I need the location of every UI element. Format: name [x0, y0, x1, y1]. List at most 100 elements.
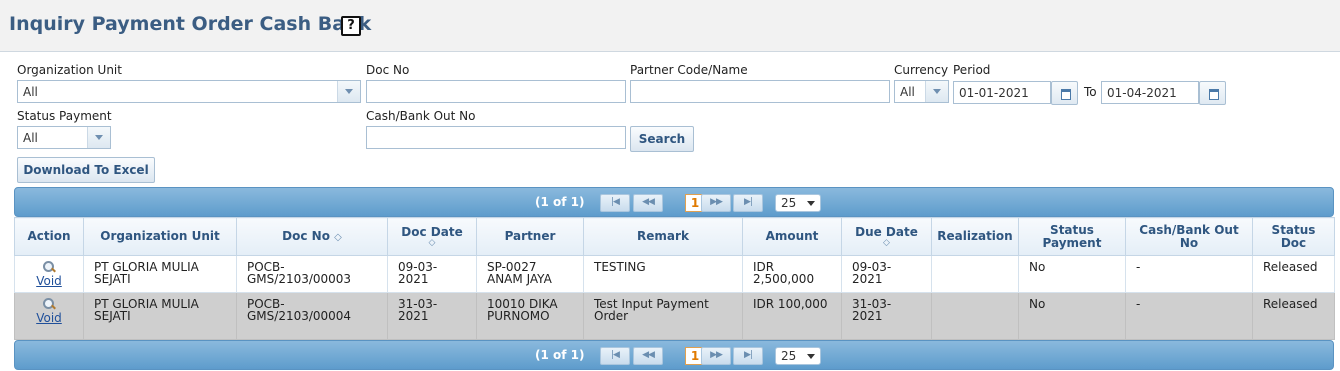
doc-no-cell: POCB-GMS/2103/00003	[236, 255, 388, 293]
page-size-select[interactable]: 25	[775, 347, 821, 365]
table-row[interactable]: Void PT GLORIA MULIA SEJATI POCB-GMS/210…	[14, 292, 1335, 340]
col-realization: Realization	[931, 217, 1019, 256]
status-payment-cell: No	[1018, 255, 1126, 293]
table-row[interactable]: Void PT GLORIA MULIA SEJATI POCB-GMS/210…	[14, 255, 1335, 293]
col-org-unit-label: Organization Unit	[100, 229, 220, 243]
realization-cell	[931, 255, 1019, 293]
partner-label: Partner Code/Name	[630, 63, 748, 77]
col-doc-date[interactable]: Doc Date ◇	[387, 217, 477, 256]
col-doc-no[interactable]: Doc No ◇	[236, 217, 388, 256]
prev-page-button[interactable]: ◀◀	[633, 347, 663, 365]
amount-cell: IDR 100,000	[742, 292, 842, 340]
first-page-button[interactable]: |◀	[600, 347, 630, 365]
next-page-button[interactable]: ▶▶	[701, 194, 731, 212]
chevron-down-icon[interactable]	[337, 81, 360, 102]
prev-page-icon: ◀◀	[642, 350, 655, 360]
to-label: To	[1084, 85, 1097, 99]
remark-cell: Test Input Payment Order	[583, 292, 743, 340]
first-page-icon: |◀	[611, 197, 620, 207]
due-date-cell: 31-03-2021	[841, 292, 932, 340]
col-status-payment: Status Payment	[1018, 217, 1126, 256]
chevron-down-icon	[807, 201, 815, 206]
doc-no-input[interactable]	[366, 80, 626, 103]
currency-label: Currency	[894, 63, 949, 77]
col-amount-label: Amount	[765, 229, 819, 243]
cashbank-label: Cash/Bank Out No	[366, 109, 476, 123]
next-page-button[interactable]: ▶▶	[701, 347, 731, 365]
table-header-row: Action Organization Unit Doc No ◇ Doc Da…	[14, 217, 1335, 256]
page-size-value: 25	[781, 196, 797, 210]
doc-date-cell: 09-03-2021	[387, 255, 477, 293]
last-page-icon: ▶|	[744, 197, 753, 207]
prev-page-button[interactable]: ◀◀	[633, 194, 663, 212]
sort-icon[interactable]: ◇	[392, 239, 472, 248]
status-payment-value: All	[23, 131, 38, 145]
period-label: Period	[953, 63, 991, 77]
chevron-down-icon[interactable]	[87, 127, 110, 148]
next-page-icon: ▶▶	[710, 197, 723, 207]
col-remark-label: Remark	[637, 229, 689, 243]
title-bar: Inquiry Payment Order Cash Bank ?	[0, 0, 1340, 52]
col-action: Action	[14, 217, 84, 256]
last-page-button[interactable]: ▶|	[733, 347, 763, 365]
first-page-icon: |◀	[611, 350, 620, 360]
doc-no-label: Doc No	[366, 63, 410, 77]
page-title: Inquiry Payment Order Cash Bank	[9, 13, 372, 35]
action-cell: Void	[14, 255, 84, 293]
status-payment-label: Status Payment	[17, 109, 112, 123]
calendar-icon[interactable]	[1051, 81, 1078, 105]
org-unit-select[interactable]: All	[17, 80, 361, 103]
col-realization-label: Realization	[937, 229, 1013, 243]
col-partner-label: Partner	[504, 229, 556, 243]
download-excel-button[interactable]: Download To Excel	[17, 157, 155, 183]
chevron-down-icon	[807, 354, 815, 359]
col-status-doc: Status Doc	[1252, 217, 1335, 256]
action-cell: Void	[14, 292, 84, 340]
partner-cell: 10010 DIKA PURNOMO	[476, 292, 584, 340]
help-icon[interactable]: ?	[341, 16, 361, 36]
org-unit-value: All	[23, 85, 38, 99]
period-to-input[interactable]	[1101, 81, 1199, 104]
chevron-down-icon[interactable]	[925, 81, 948, 102]
col-due-date-label: Due Date	[855, 225, 918, 239]
status-doc-cell: Released	[1252, 255, 1335, 293]
page-info: (1 of 1)	[535, 348, 585, 362]
col-status-doc-label: Status Doc	[1271, 222, 1316, 250]
page-size-select[interactable]: 25	[775, 194, 821, 212]
page-info: (1 of 1)	[535, 195, 585, 209]
paginator-bottom: (1 of 1) |◀ ◀◀ 1 ▶▶ ▶| 25	[14, 340, 1334, 370]
sort-icon[interactable]: ◇	[334, 232, 342, 243]
cashbank-input[interactable]	[366, 126, 626, 149]
sort-icon[interactable]: ◇	[846, 239, 927, 248]
currency-select[interactable]: All	[894, 80, 949, 103]
partner-cell: SP-0027 ANAM JAYA	[476, 255, 584, 293]
calendar-icon[interactable]	[1199, 81, 1226, 105]
amount-cell: IDR 2,500,000	[742, 255, 842, 293]
org-unit-cell: PT GLORIA MULIA SEJATI	[83, 255, 237, 293]
col-due-date[interactable]: Due Date ◇	[841, 217, 932, 256]
col-doc-date-label: Doc Date	[401, 225, 463, 239]
cashbank-no-cell: -	[1125, 255, 1253, 293]
due-date-cell: 09-03-2021	[841, 255, 932, 293]
col-amount: Amount	[742, 217, 842, 256]
col-remark: Remark	[583, 217, 743, 256]
search-icon[interactable]	[42, 261, 56, 273]
last-page-icon: ▶|	[744, 350, 753, 360]
org-unit-label: Organization Unit	[17, 63, 122, 77]
void-link[interactable]: Void	[17, 312, 81, 324]
last-page-button[interactable]: ▶|	[733, 194, 763, 212]
first-page-button[interactable]: |◀	[600, 194, 630, 212]
partner-input[interactable]	[630, 80, 890, 103]
col-status-payment-label: Status Payment	[1042, 222, 1102, 250]
next-page-icon: ▶▶	[710, 350, 723, 360]
search-icon[interactable]	[42, 298, 56, 310]
status-doc-cell: Released	[1252, 292, 1335, 340]
search-button[interactable]: Search	[630, 126, 694, 152]
doc-date-cell: 31-03-2021	[387, 292, 477, 340]
remark-cell: TESTING	[583, 255, 743, 293]
col-org-unit: Organization Unit	[83, 217, 237, 256]
results-table: Action Organization Unit Doc No ◇ Doc Da…	[14, 217, 1335, 340]
period-from-input[interactable]	[953, 81, 1051, 104]
status-payment-select[interactable]: All	[17, 126, 111, 149]
void-link[interactable]: Void	[17, 275, 81, 287]
